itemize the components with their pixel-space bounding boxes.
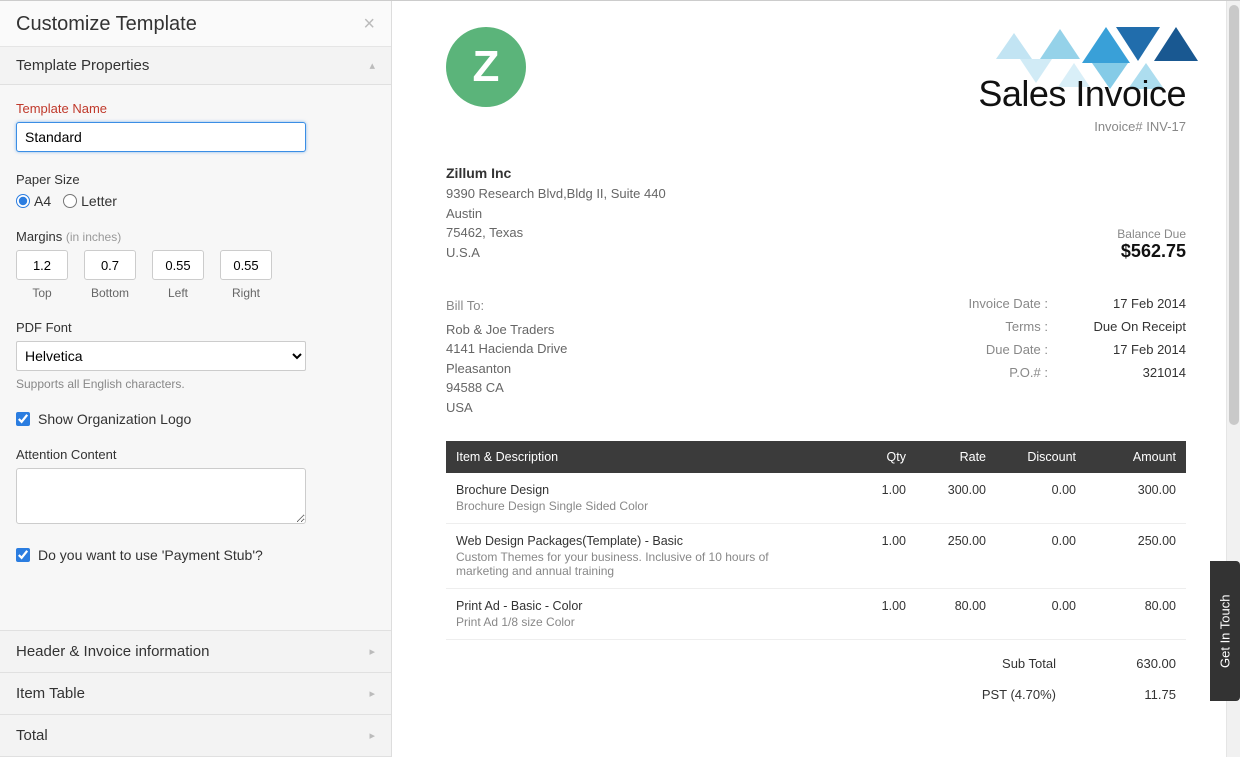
payment-stub-checkbox[interactable] xyxy=(16,548,30,562)
margin-top-input[interactable] xyxy=(16,250,68,280)
col-qty: Qty xyxy=(856,441,916,473)
section-total[interactable]: Total ▸ xyxy=(0,714,391,757)
template-name-input[interactable] xyxy=(16,122,306,152)
invoice-meta: Invoice Date :17 Feb 2014 Terms :Due On … xyxy=(918,296,1186,417)
paper-letter-radio[interactable] xyxy=(63,194,77,208)
section-label: Template Properties xyxy=(16,57,149,74)
get-in-touch-tab[interactable]: Get In Touch xyxy=(1210,561,1240,701)
pdf-font-select[interactable]: Helvetica xyxy=(16,341,306,371)
template-properties-body: Template Name Paper Size A4 Letter Margi… xyxy=(0,85,391,630)
margin-bottom-input[interactable] xyxy=(84,250,136,280)
invoice-number: Invoice# INV-17 xyxy=(1094,119,1186,134)
margin-right-label: Right xyxy=(232,286,260,300)
scroll-thumb[interactable] xyxy=(1229,5,1239,425)
bill-to: Bill To: Rob & Joe Traders 4141 Hacienda… xyxy=(446,296,567,417)
invoice-preview: Z Sales Invoice Invoice# INV-17 Zillum I… xyxy=(446,27,1186,710)
margin-bottom-label: Bottom xyxy=(91,286,129,300)
items-table: Item & Description Qty Rate Discount Amo… xyxy=(446,441,1186,640)
section-template-properties[interactable]: Template Properties ▴ xyxy=(0,47,391,85)
paper-size-label: Paper Size xyxy=(16,172,375,187)
paper-a4-radio[interactable] xyxy=(16,194,30,208)
paper-letter-option[interactable]: Letter xyxy=(63,193,117,209)
attention-textarea[interactable] xyxy=(16,468,306,524)
company-address: Zillum Inc 9390 Research Blvd,Bldg II, S… xyxy=(446,163,666,262)
payment-stub-label: Do you want to use 'Payment Stub'? xyxy=(38,547,263,563)
margin-left-label: Left xyxy=(168,286,188,300)
col-item: Item & Description xyxy=(446,441,856,473)
preview-pane: Z Sales Invoice Invoice# INV-17 Zillum I… xyxy=(392,1,1240,757)
totals: Sub Total630.00 PST (4.70%)11.75 xyxy=(446,648,1186,710)
margin-top-label: Top xyxy=(32,286,51,300)
chevron-right-icon: ▸ xyxy=(369,645,375,658)
show-logo-label: Show Organization Logo xyxy=(38,411,191,427)
paper-a4-option[interactable]: A4 xyxy=(16,193,51,209)
col-amount: Amount xyxy=(1086,441,1186,473)
pdf-font-helper: Supports all English characters. xyxy=(16,377,375,391)
col-rate: Rate xyxy=(916,441,996,473)
chevron-right-icon: ▸ xyxy=(369,729,375,742)
attention-label: Attention Content xyxy=(16,447,375,462)
section-item-table[interactable]: Item Table ▸ xyxy=(0,672,391,714)
section-header-invoice[interactable]: Header & Invoice information ▸ xyxy=(0,630,391,672)
margin-right-input[interactable] xyxy=(220,250,272,280)
col-discount: Discount xyxy=(996,441,1086,473)
company-logo: Z xyxy=(446,27,526,107)
pdf-font-label: PDF Font xyxy=(16,320,375,335)
customize-sidebar: Customize Template × Template Properties… xyxy=(0,1,392,757)
close-icon[interactable]: × xyxy=(363,13,375,36)
show-logo-checkbox[interactable] xyxy=(16,412,30,426)
margins-label: Margins (in inches) xyxy=(16,229,375,244)
table-row: Web Design Packages(Template) - BasicCus… xyxy=(446,524,1186,589)
sidebar-title: Customize Template xyxy=(16,13,197,36)
chevron-right-icon: ▸ xyxy=(369,687,375,700)
balance-due: Balance Due $562.75 xyxy=(1117,227,1186,262)
table-row: Print Ad - Basic - ColorPrint Ad 1/8 siz… xyxy=(446,589,1186,640)
sidebar-header: Customize Template × xyxy=(0,1,391,47)
table-row: Brochure DesignBrochure Design Single Si… xyxy=(446,473,1186,524)
template-name-label: Template Name xyxy=(16,101,375,116)
invoice-title: Sales Invoice xyxy=(978,73,1186,115)
margin-left-input[interactable] xyxy=(152,250,204,280)
chevron-up-icon: ▴ xyxy=(369,59,375,72)
